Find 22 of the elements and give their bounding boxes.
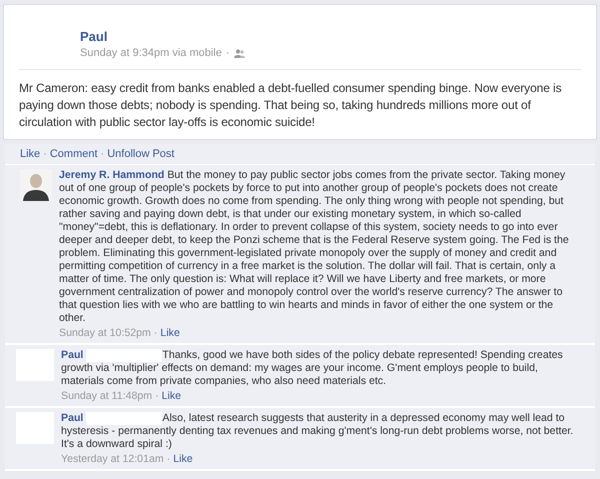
separator-dot: · (154, 327, 158, 340)
like-link[interactable]: Like (160, 327, 180, 340)
like-link[interactable]: Like (162, 390, 182, 403)
comment-text: Paul Thanks, good we have both sides of the policy debate represented! Spending creates growth via 'multiplier' effects on demand: my wages are your income. G'ment employs people to build, materials come from private companies, who also need materials etc. (61, 349, 564, 388)
comment-text: Paul Also, latest research suggests that austerity in a depressed economy may well lead to hysteresis - permanently denting tax revenues and making g'ment's long-run debt problems worse, not better. It's a downward spiral :) (61, 412, 574, 451)
action-link[interactable]: Comment (50, 147, 98, 161)
separator-dot: · (43, 147, 47, 161)
separator-dot: · (100, 147, 104, 161)
person-avatar (20, 169, 52, 201)
like-link[interactable]: Like (173, 453, 193, 466)
post-text: Mr Cameron: easy credit from banks enabled a debt-fuelled consumer spending binge. Now everyone is paying down those debts; nobody is spending. That being so, taking hundreds millions more out of circulation with public sector lay-offs is economic suicide! (19, 80, 562, 131)
action-link[interactable]: Like (20, 147, 40, 161)
separator-dot: · (166, 453, 170, 466)
commenter-name[interactable]: Jeremy R. Hammond (59, 169, 164, 181)
comment-text: Jeremy R. Hammond But the money to pay public sector jobs comes from the private sector. Taking money out of one group of people's pockets by force to put into another group of people's pockets does not create economic growth. Growth does no come from spending. The only thing wrong with people not spending, but rather saving and paying down debt, is that under our existing monetary system, in which so-called "money"=debt, this is deflationary. In order to prevent collapse of this system, society needs to go into ever deeper and deeper debt, to keep the Ponzi scheme that is the Federal Reserve system going. The Fed is the problem. Eliminating this government-legislated private monopoly over the supply of money and credit and permitting competition of currency in a free market is the solution. The dollar will fail. That is certain, only a matter of time. The only question is: What will replace it? Will we have Liberty and free markets, or more government centralization of power and monopoly control over the world's reserve currency? The answer to that question lies with we who are battling to win hearts and minds in favor of either the one system or the other. (59, 169, 570, 325)
action-link[interactable]: Unfollow Post (107, 147, 174, 161)
commenter-name[interactable]: Paul (61, 349, 84, 361)
author-name[interactable]: Paul (80, 29, 578, 45)
commenter-name[interactable]: Paul (61, 412, 84, 424)
people-icon (234, 48, 245, 58)
separator-dot: · (155, 390, 159, 403)
separator-dot: · (226, 46, 230, 61)
